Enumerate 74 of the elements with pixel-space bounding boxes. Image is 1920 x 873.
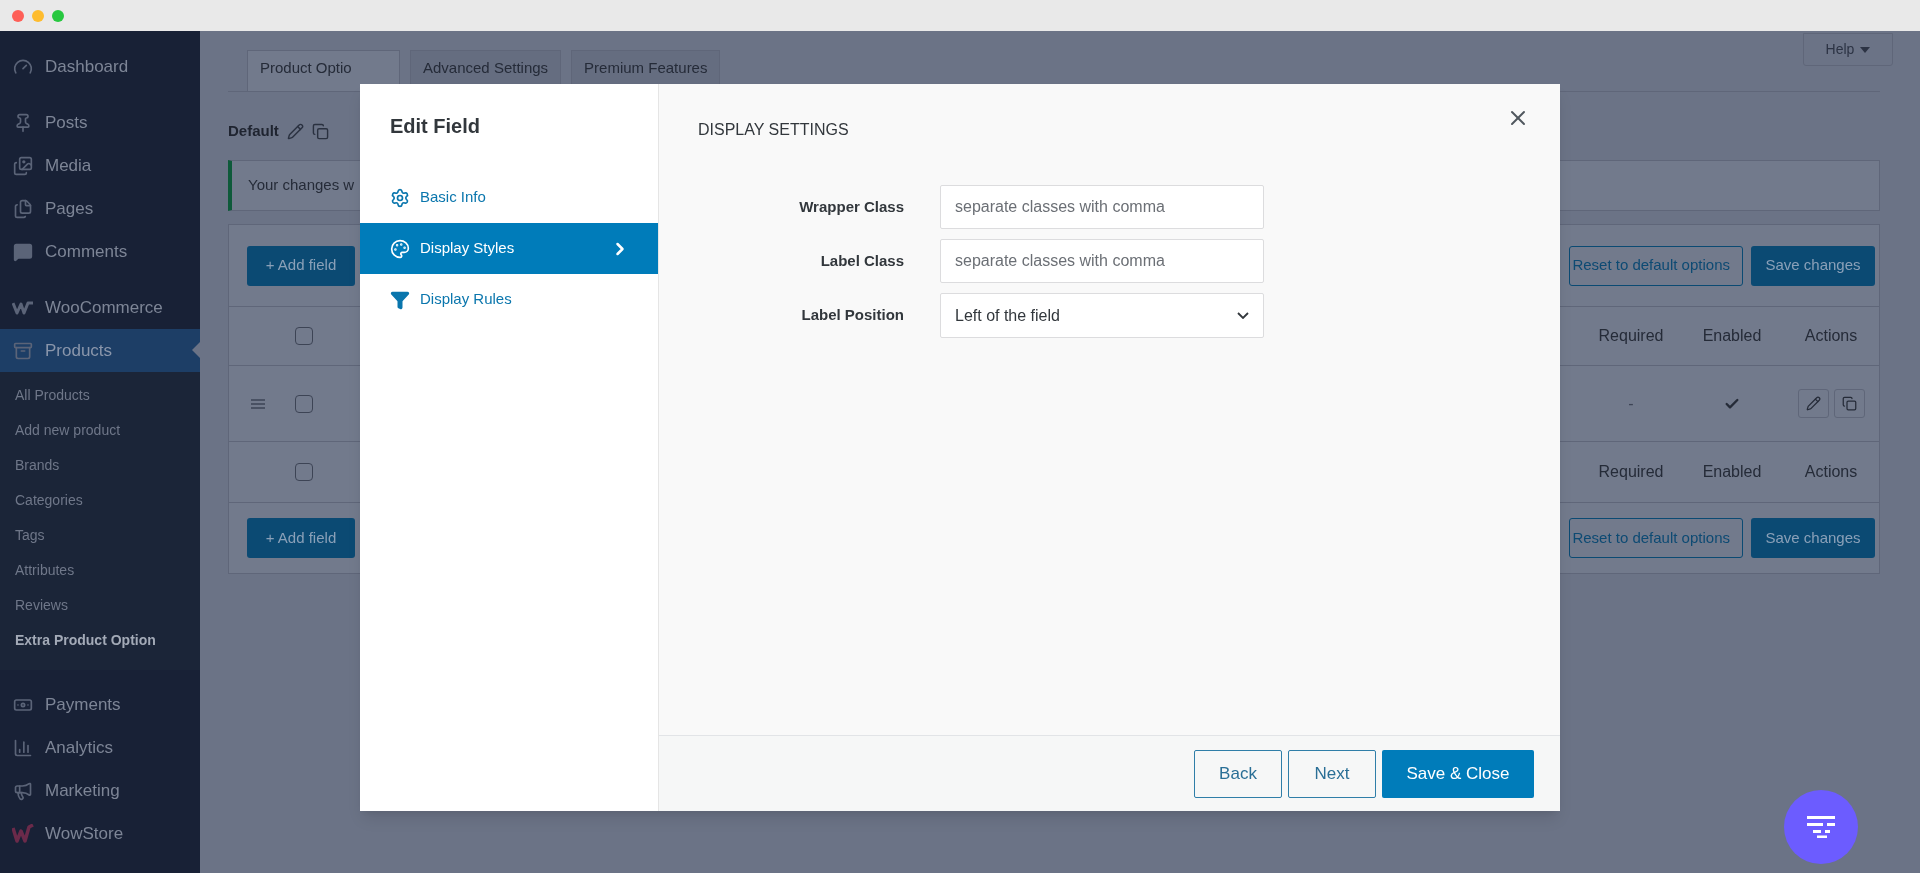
dialog-nav-button[interactable]: Back [1194,749,1282,798]
drag-handle-icon[interactable] [251,398,265,409]
media-icon [13,155,33,176]
sidebar-item[interactable]: Marketing [0,769,200,812]
submenu-item[interactable]: Add new product [0,413,200,448]
dialog-nav-item[interactable]: Display Styles [360,223,658,274]
default-label: Default [228,120,279,141]
pencil-icon[interactable] [286,122,304,140]
palette-icon [390,238,410,259]
column-header: Required [1597,462,1665,482]
filter-lines-icon [1807,816,1835,838]
comment-icon [13,241,33,262]
column-header: Actions [1803,462,1859,482]
current-pointer-icon [192,342,200,358]
submenu-item[interactable]: Categories [0,483,200,518]
sidebar-item[interactable]: Pages [0,187,200,230]
sidebar-item[interactable]: Dashboard [0,45,200,88]
bar-chart-icon [13,737,33,758]
column-header: Enabled [1701,462,1763,482]
checkbox[interactable] [295,394,313,413]
submenu-item[interactable]: Tags [0,518,200,553]
submenu-item[interactable]: Reviews [0,588,200,623]
sidebar-item[interactable]: Media [0,144,200,187]
sidebar-item[interactable]: Products [0,329,200,372]
text-input-field[interactable]: separate classes with comma [940,185,1264,229]
checkbox[interactable] [295,327,313,345]
copy-icon [1841,396,1857,411]
submenu-item[interactable]: Extra Product Option [0,623,200,658]
submenu-item[interactable]: Brands [0,448,200,483]
notice-text: Your changes w [248,175,355,196]
label-position-select[interactable]: Left of the field [940,293,1264,338]
save-changes-button[interactable]: Save changes [1751,518,1875,558]
sidebar-item[interactable]: Payments [0,683,200,726]
store-logo-icon [12,823,34,844]
add-field-button[interactable]: + Add field [247,518,355,558]
copy-icon[interactable] [311,122,329,140]
woo-logo-icon [12,300,34,315]
sidebar-item[interactable]: WowStore [0,812,200,855]
gear-icon [390,187,410,208]
table-cell-text: - [1627,393,1635,414]
megaphone-icon [13,780,33,801]
sidebar-item[interactable]: WooCommerce [0,286,200,329]
checkbox[interactable] [295,463,313,481]
sidebar-item[interactable]: Analytics [0,726,200,769]
help-button[interactable]: Help [1803,33,1893,66]
pages-icon [13,198,33,219]
duplicate-button[interactable] [1833,389,1865,418]
sidebar-item[interactable]: Comments [0,230,200,273]
chevron-down-icon [1237,312,1249,319]
column-header: Required [1597,326,1665,346]
text-input-field[interactable]: separate classes with comma [940,239,1264,283]
edit-button[interactable] [1797,389,1829,418]
add-field-button[interactable]: + Add field [247,245,355,286]
save-changes-button[interactable]: Save changes [1751,245,1875,286]
pencil-icon [1805,396,1821,411]
submenu-item[interactable]: All Products [0,378,200,413]
section-title: DISPLAY SETTINGS [698,121,849,138]
tab[interactable]: Product Optio [247,50,400,92]
dialog-title: Edit Field [390,114,481,139]
pin-icon [13,112,33,133]
funnel-icon [390,289,410,310]
sidebar-item[interactable]: Posts [0,101,200,144]
submenu-item[interactable]: Attributes [0,553,200,588]
reset-button[interactable]: Reset to default options [1569,245,1743,286]
field-label: Wrapper Class [798,196,904,217]
dialog-nav-button[interactable]: Next [1288,749,1376,798]
reset-button[interactable]: Reset to default options [1569,518,1743,558]
field-label: Label Class [819,250,904,271]
column-header: Enabled [1701,326,1763,346]
save-close-button[interactable]: Save & Close [1382,749,1534,798]
column-header: Actions [1803,326,1859,346]
field-label: Label Position [800,305,904,326]
dropdown-arrow-icon [1860,46,1871,53]
archive-icon [13,340,33,361]
